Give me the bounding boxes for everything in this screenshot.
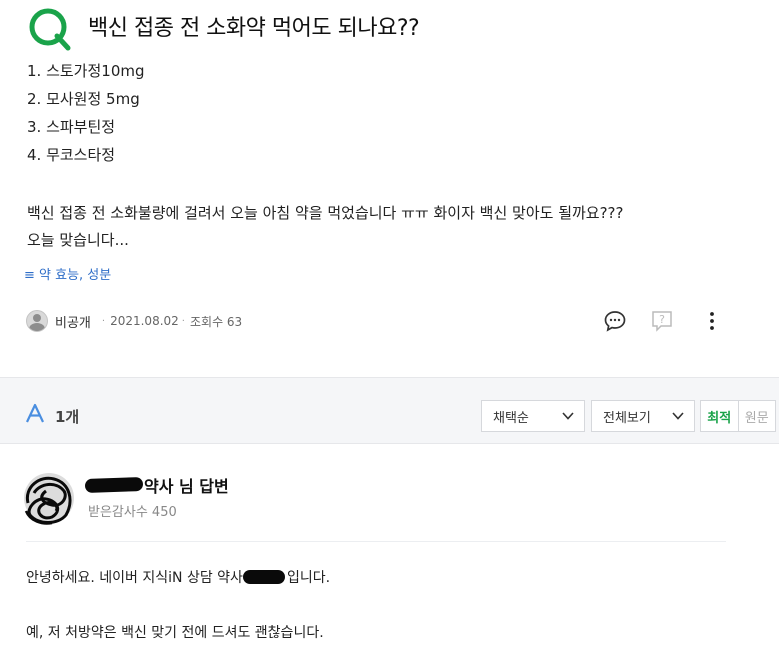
answer-greeting: 안녕하세요. 네이버 지식iN 상담 약사 — [26, 570, 243, 586]
more-options-button[interactable] — [698, 307, 726, 335]
more-vertical-icon — [710, 312, 714, 330]
separator-dot: · — [181, 315, 185, 327]
list-item: 4. 무코스타정 — [27, 146, 116, 164]
svg-text:?: ? — [659, 313, 665, 326]
list-item: 1. 스토가정10mg — [27, 62, 145, 80]
question-body: 백신 접종 전 소화불량에 걸려서 오늘 아침 약을 먹었습니다 ㅠㅠ 화이자 … — [27, 200, 767, 254]
q-logo-icon — [29, 8, 71, 51]
ask-question-button[interactable]: ? — [648, 307, 676, 335]
answerer-title: 약사 님 답변 — [144, 477, 229, 496]
answer-a-icon — [26, 403, 44, 423]
question-section: 백신 접종 전 소화약 먹어도 되나요?? 1. 스토가정10mg 2. 모사원… — [0, 0, 779, 377]
sort-select[interactable]: 채택순 — [481, 400, 585, 432]
separator-dot: · — [101, 315, 106, 327]
view-filter-label: 전체보기 — [603, 410, 651, 426]
question-body-line: 오늘 맞습니다... — [27, 231, 129, 249]
answer-header-bar: 1개 채택순 전체보기 최적 원문 — [0, 377, 779, 444]
comment-button[interactable] — [601, 307, 629, 335]
answer-count: 1개 — [55, 408, 80, 426]
toggle-optimized[interactable]: 최적 — [701, 401, 739, 431]
medication-list: 1. 스토가정10mg 2. 모사원정 5mg 3. 스파부틴정 4. 무코스타… — [27, 60, 145, 172]
category-tag-link[interactable]: ≡ 약 효능, 성분 — [24, 264, 111, 283]
divider — [26, 541, 726, 542]
thanks-count: 받은감사수 450 — [88, 505, 177, 520]
answer-text-line: 예, 저 처방약은 백신 맞기 전에 드셔도 괜찮습니다. — [26, 625, 324, 641]
sort-select-label: 채택순 — [493, 410, 529, 426]
list-item: 3. 스파부틴정 — [27, 118, 116, 136]
question-title: 백신 접종 전 소화약 먹어도 되나요?? — [88, 16, 420, 41]
display-toggle: 최적 원문 — [700, 400, 776, 432]
answer-text-line: 안녕하세요. 네이버 지식iN 상담 약사 입니다. — [26, 567, 330, 587]
avatar — [26, 310, 48, 332]
author-name: 비공개 — [55, 315, 91, 331]
comment-icon — [604, 311, 626, 332]
question-box-icon: ? — [652, 311, 672, 332]
question-meta: 비공개 · 2021.08.02 · 조회수 63 — [26, 310, 242, 332]
answer-greeting-end: 입니다. — [286, 570, 331, 586]
view-count: 조회수 63 — [189, 314, 243, 329]
view-filter-select[interactable]: 전체보기 — [591, 400, 695, 432]
chevron-down-icon — [562, 412, 574, 420]
post-date: 2021.08.02 — [110, 314, 179, 328]
answerer-name[interactable]: 약사 님 답변 — [84, 473, 229, 497]
answerer-avatar[interactable] — [22, 471, 76, 525]
redaction-mark — [242, 570, 285, 584]
chevron-down-icon — [672, 412, 684, 420]
toggle-original[interactable]: 원문 — [739, 401, 776, 431]
question-body-line: 백신 접종 전 소화불량에 걸려서 오늘 아침 약을 먹었습니다 ㅠㅠ 화이자 … — [27, 204, 624, 222]
redaction-mark — [84, 476, 144, 494]
answer-card: 약사 님 답변 받은감사수 450 안녕하세요. 네이버 지식iN 상담 약사 … — [0, 444, 779, 657]
list-item: 2. 모사원정 5mg — [27, 90, 140, 108]
